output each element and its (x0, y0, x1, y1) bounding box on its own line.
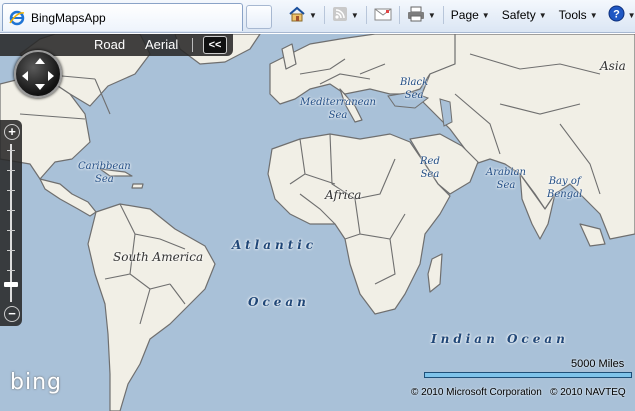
divider (398, 6, 400, 24)
collapse-nav-button[interactable]: << (203, 36, 227, 54)
label-africa: Africa (325, 188, 362, 202)
label-south-america: South America (113, 250, 204, 264)
help-icon: ? (608, 5, 625, 25)
home-icon (288, 6, 306, 25)
zoom-control: + − (0, 120, 22, 326)
zoom-tick (7, 270, 15, 271)
label-bay-of-bengal: Bay of Bengal (547, 176, 583, 200)
scale-label: 5000 Miles (571, 358, 625, 370)
bing-logo: bing (10, 370, 62, 395)
ie-logo-icon (9, 10, 25, 26)
label-mediterranean-sea: Mediterranean Sea (300, 97, 376, 121)
zoom-slider-thumb[interactable] (4, 282, 18, 287)
chevron-down-icon: ▼ (427, 10, 436, 20)
divider (192, 38, 193, 52)
safety-menu-label: Safety (501, 8, 536, 22)
zoom-slider-track[interactable] (10, 144, 12, 302)
chevron-down-icon: ▼ (481, 10, 490, 20)
zoom-out-button[interactable]: − (4, 306, 20, 322)
map-canvas[interactable]: Asia Black Sea Mediterranean Sea Caribbe… (0, 34, 635, 411)
zoom-tick (7, 250, 15, 251)
tab-title: BingMapsApp (31, 10, 106, 25)
print-icon (407, 6, 425, 25)
zoom-tick (7, 230, 15, 231)
new-tab-button[interactable] (246, 5, 272, 29)
zoom-tick (7, 150, 15, 151)
rss-feeds-icon (332, 6, 348, 25)
label-arabian-sea: Arabian Sea (486, 167, 526, 191)
svg-text:?: ? (613, 9, 620, 21)
mail-button[interactable] (371, 4, 395, 26)
divider (442, 6, 444, 24)
command-bar: ▼ ▼ ▼ Page ▼ Safety ▼ Tools ▼ ? ▼ (285, 4, 635, 26)
label-asia: Asia (600, 59, 626, 73)
chevron-down-icon: ▼ (538, 10, 547, 20)
page-menu[interactable]: Page ▼ (448, 4, 493, 26)
zoom-tick (7, 210, 15, 211)
pan-left-icon[interactable] (22, 71, 28, 81)
chevron-down-icon: ▼ (350, 10, 359, 20)
feeds-button[interactable]: ▼ (329, 4, 362, 26)
aerial-view-button[interactable]: Aerial (145, 37, 178, 52)
chevron-down-icon: ▼ (627, 10, 635, 20)
page-menu-label: Page (450, 8, 479, 22)
label-indian-ocean: Indian Ocean (431, 332, 569, 346)
label-ocean: Ocean (248, 295, 310, 309)
pan-up-icon[interactable] (35, 58, 45, 64)
browser-tab[interactable]: BingMapsApp (2, 3, 243, 31)
label-atlantic: Atlantic (232, 238, 318, 252)
world-map (0, 34, 635, 411)
browser-command-bar: BingMapsApp ▼ ▼ ▼ Page ▼ Safety ▼ Tools … (0, 0, 635, 33)
divider (323, 6, 325, 24)
print-button[interactable]: ▼ (404, 4, 439, 26)
home-button[interactable]: ▼ (285, 4, 320, 26)
safety-menu[interactable]: Safety ▼ (499, 4, 550, 26)
pan-down-icon[interactable] (35, 84, 45, 90)
chevron-down-icon: ▼ (589, 10, 598, 20)
chevron-down-icon: ▼ (309, 10, 317, 20)
help-button[interactable]: ? ▼ (605, 4, 635, 26)
zoom-tick (7, 170, 15, 171)
divider (365, 6, 367, 24)
tools-menu[interactable]: Tools ▼ (556, 4, 601, 26)
read-mail-icon (374, 7, 392, 24)
label-caribbean-sea: Caribbean Sea (78, 161, 131, 185)
zoom-tick (7, 190, 15, 191)
copyright-notice: © 2010 Microsoft Corporation © 2010 NAVT… (411, 387, 626, 398)
pan-right-icon[interactable] (48, 71, 54, 81)
zoom-in-button[interactable]: + (4, 124, 20, 140)
label-red-sea: Red Sea (420, 156, 440, 180)
pan-compass[interactable] (14, 50, 62, 98)
label-black-sea: Black Sea (400, 77, 429, 101)
road-view-button[interactable]: Road (94, 37, 125, 52)
tools-menu-label: Tools (558, 8, 587, 22)
scale-bar (424, 372, 632, 378)
